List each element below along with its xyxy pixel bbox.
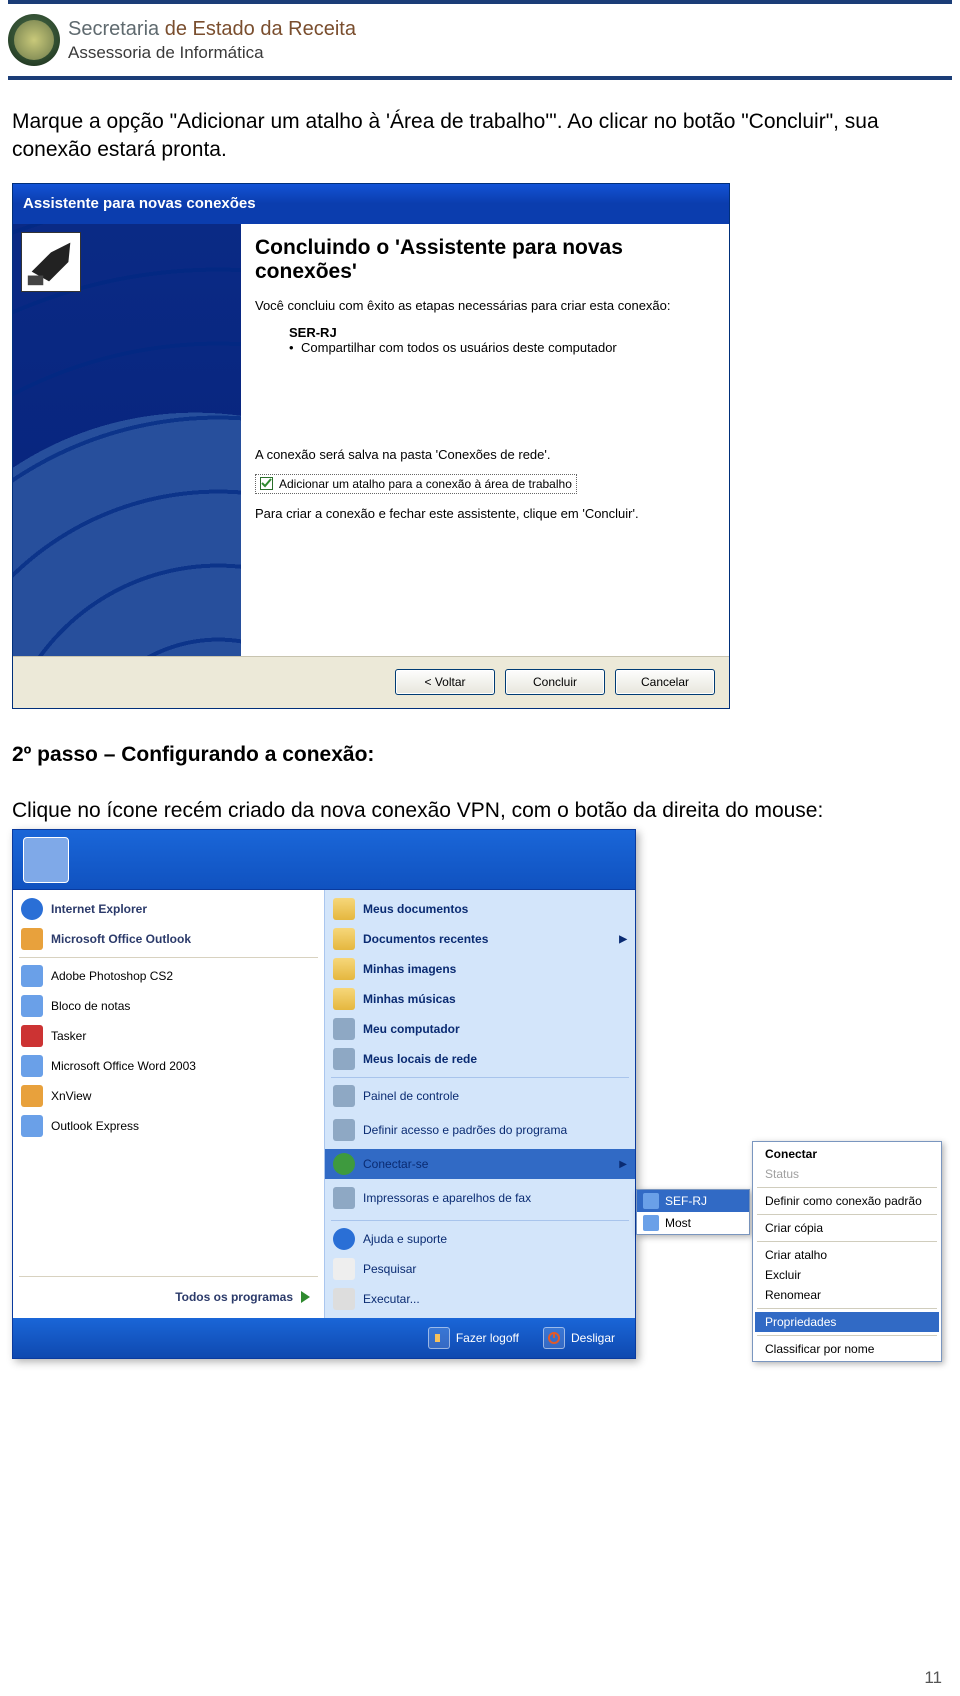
ctx-delete[interactable]: Excluir [755, 1265, 939, 1285]
xnview-icon [21, 1085, 43, 1107]
wizard-heading: Concluindo o 'Assistente para novas cone… [255, 236, 707, 284]
computer-icon [333, 1018, 355, 1040]
ctx-shortcut[interactable]: Criar atalho [755, 1245, 939, 1265]
wizard-p3: Para criar a conexão e fechar este assis… [255, 506, 707, 523]
instruction-para-2: Clique no ícone recém criado da nova con… [0, 779, 960, 829]
sm-item-word[interactable]: Microsoft Office Word 2003 [13, 1051, 324, 1081]
control-panel-icon [333, 1085, 355, 1107]
ctx-copy[interactable]: Criar cópia [755, 1218, 939, 1238]
wizard-bullet-share: Compartilhar com todos os usuários deste… [301, 340, 707, 355]
sm-item-connect[interactable]: Conectar-se▶ [325, 1149, 635, 1179]
folder-icon [333, 988, 355, 1010]
vpn-icon [643, 1215, 659, 1231]
sm-item-programaccess[interactable]: Definir acesso e padrões do programa [325, 1111, 635, 1149]
header-line1: Secretaria de Estado da Receita [68, 17, 356, 41]
wizard-footer: < Voltar Concluir Cancelar [13, 656, 729, 708]
shutdown-icon [543, 1327, 565, 1349]
folder-icon [333, 928, 355, 950]
printer-icon [333, 1187, 355, 1209]
flyout-item-most[interactable]: Most [637, 1212, 749, 1234]
wizard-title-bar: Assistente para novas conexões [13, 184, 729, 224]
search-icon [333, 1258, 355, 1280]
sm-item-mymusic[interactable]: Minhas músicas [325, 984, 635, 1014]
instruction-para-1: Marque a opção "Adicionar um atalho à 'Á… [0, 80, 960, 183]
wizard-p2: A conexão será salva na pasta 'Conexões … [255, 447, 707, 464]
outlookexpress-icon [21, 1115, 43, 1137]
step-heading: 2º passo – Configurando a conexão: [0, 709, 960, 779]
document-header: Secretaria de Estado da Receita Assessor… [0, 8, 960, 70]
ctx-rename[interactable]: Renomear [755, 1285, 939, 1305]
sm-item-recentdocs[interactable]: Documentos recentes▶ [325, 924, 635, 954]
chevron-right-icon: ▶ [619, 934, 627, 945]
wizard-p1: Você concluiu com êxito as etapas necess… [255, 298, 707, 315]
context-menu: Conectar Status Definir como conexão pad… [752, 1141, 942, 1362]
wizard-checkbox-row[interactable]: Adicionar um atalho para a conexão à áre… [255, 474, 577, 494]
network-plug-icon [21, 232, 81, 292]
wizard-connection-name: SER-RJ [289, 325, 707, 340]
ctx-status: Status [755, 1164, 939, 1184]
sm-item-help[interactable]: Ajuda e suporte [325, 1224, 635, 1254]
sm-item-mycomputer[interactable]: Meu computador [325, 1014, 635, 1044]
start-menu-right-column: Meus documentos Documentos recentes▶ Min… [324, 890, 635, 1318]
sm-item-controlpanel[interactable]: Painel de controle [325, 1081, 635, 1111]
shutdown-button[interactable]: Desligar [543, 1327, 615, 1349]
state-emblem-icon [8, 14, 60, 66]
ctx-sort[interactable]: Classificar por nome [755, 1339, 939, 1359]
sm-item-outlookexpress[interactable]: Outlook Express [13, 1111, 324, 1141]
wizard-side-graphic [13, 224, 241, 656]
page-number: 11 [924, 1668, 942, 1688]
chevron-right-icon: ▶ [619, 1159, 627, 1170]
logoff-button[interactable]: Fazer logoff [428, 1327, 519, 1349]
start-menu-header [13, 830, 635, 890]
header-line2: Assessoria de Informática [68, 43, 356, 63]
connect-flyout: SEF-RJ Most [636, 1189, 750, 1235]
ctx-set-default[interactable]: Definir como conexão padrão [755, 1191, 939, 1211]
ctx-properties[interactable]: Propriedades [755, 1312, 939, 1332]
ctx-connect[interactable]: Conectar [755, 1144, 939, 1164]
sm-all-programs[interactable]: Todos os programas [13, 1280, 324, 1314]
back-button[interactable]: < Voltar [395, 669, 495, 695]
wizard-title: Assistente para novas conexões [23, 195, 256, 212]
sm-item-printers[interactable]: Impressoras e aparelhos de fax [325, 1179, 635, 1217]
sm-item-search[interactable]: Pesquisar [325, 1254, 635, 1284]
ie-icon [21, 898, 43, 920]
outlook-icon [21, 928, 43, 950]
sm-item-ie[interactable]: Internet Explorer [13, 894, 324, 924]
checkbox-checked-icon[interactable] [260, 477, 273, 490]
sm-item-mydocs[interactable]: Meus documentos [325, 894, 635, 924]
sm-item-photoshop[interactable]: Adobe Photoshop CS2 [13, 961, 324, 991]
help-icon [333, 1228, 355, 1250]
vpn-icon [643, 1193, 659, 1209]
sm-item-notepad[interactable]: Bloco de notas [13, 991, 324, 1021]
start-menu-left-column: Internet Explorer Microsoft Office Outlo… [13, 890, 324, 1318]
sm-item-run[interactable]: Executar... [325, 1284, 635, 1314]
program-access-icon [333, 1119, 355, 1141]
logoff-icon [428, 1327, 450, 1349]
folder-icon [333, 898, 355, 920]
finish-button[interactable]: Concluir [505, 669, 605, 695]
start-menu-footer: Fazer logoff Desligar [13, 1318, 635, 1358]
connect-icon [333, 1153, 355, 1175]
wizard-checkbox-label: Adicionar um atalho para a conexão à áre… [279, 477, 572, 491]
sm-item-myimages[interactable]: Minhas imagens [325, 954, 635, 984]
triangle-right-icon [301, 1291, 310, 1303]
sm-item-network[interactable]: Meus locais de rede [325, 1044, 635, 1074]
word-icon [21, 1055, 43, 1077]
wizard-dialog: Assistente para novas conexões Concluind… [12, 183, 730, 709]
network-icon [333, 1048, 355, 1070]
run-icon [333, 1288, 355, 1310]
folder-icon [333, 958, 355, 980]
sm-item-xnview[interactable]: XnView [13, 1081, 324, 1111]
sm-item-outlook[interactable]: Microsoft Office Outlook [13, 924, 324, 954]
cancel-button[interactable]: Cancelar [615, 669, 715, 695]
start-menu: Internet Explorer Microsoft Office Outlo… [12, 829, 636, 1359]
flyout-item-sefrj[interactable]: SEF-RJ [637, 1190, 749, 1212]
photoshop-icon [21, 965, 43, 987]
notepad-icon [21, 995, 43, 1017]
sm-item-tasker[interactable]: Tasker [13, 1021, 324, 1051]
tasker-icon [21, 1025, 43, 1047]
user-avatar-icon [23, 837, 69, 883]
